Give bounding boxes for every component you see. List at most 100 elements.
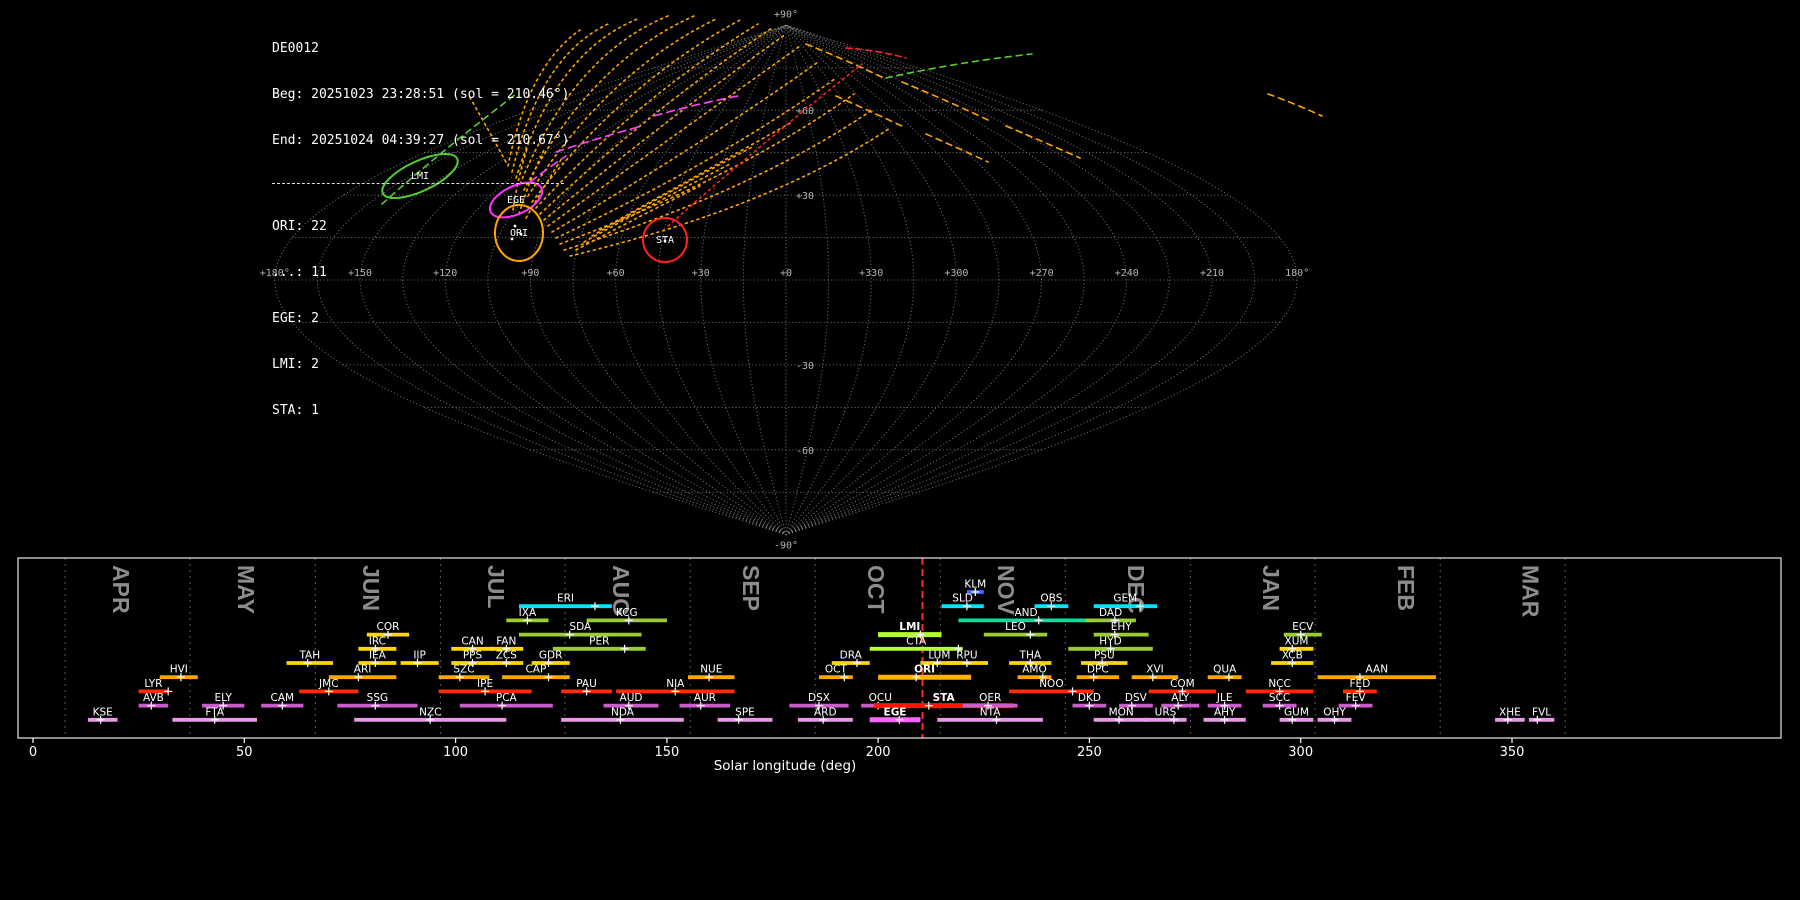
longitude-label: +30 bbox=[692, 268, 710, 279]
shower-label-AUD: AUD bbox=[620, 692, 643, 704]
shower-label-DAD: DAD bbox=[1099, 607, 1122, 619]
shower-label-EGE: EGE bbox=[884, 706, 907, 718]
shower-label-NUE: NUE bbox=[700, 664, 722, 676]
shower-label-QUA: QUA bbox=[1213, 664, 1237, 676]
peak-marker-NOO bbox=[1068, 687, 1077, 696]
month-label-APR: APR bbox=[108, 565, 134, 614]
shower-label-ECV: ECV bbox=[1292, 621, 1314, 633]
latitude-label: -60 bbox=[796, 446, 814, 457]
x-tick-label: 50 bbox=[236, 745, 253, 760]
longitude-label: +300 bbox=[944, 268, 968, 279]
x-tick-label: 200 bbox=[866, 745, 891, 760]
meteor-trail bbox=[583, 163, 731, 243]
peak-marker-LEO bbox=[1026, 630, 1035, 639]
shower-label-SLD: SLD bbox=[952, 593, 973, 605]
meteor-trail bbox=[569, 127, 891, 257]
shower-label-ORI: ORI bbox=[914, 664, 935, 676]
observation-header: DE0012 Beg: 20251023 23:28:51 (sol = 210… bbox=[272, 10, 569, 434]
shower-label-XHE: XHE bbox=[1499, 706, 1521, 718]
shower-label-NDA: NDA bbox=[611, 706, 635, 718]
shower-label-SDA: SDA bbox=[569, 621, 592, 633]
shower-label-MON: MON bbox=[1109, 706, 1134, 718]
shower-label-ALY: ALY bbox=[1171, 692, 1190, 704]
shower-label-FVL: FVL bbox=[1532, 706, 1551, 718]
shower-label-SZC: SZC bbox=[453, 664, 474, 676]
month-label-MAR: MAR bbox=[1518, 565, 1544, 618]
count-ege: EGE: 2 bbox=[272, 311, 319, 327]
shower-label-XVI: XVI bbox=[1146, 664, 1163, 676]
meteor-trail bbox=[555, 77, 837, 239]
separator-line bbox=[272, 182, 564, 184]
x-axis-label: Solar longitude (deg) bbox=[714, 758, 857, 774]
meteor-trail bbox=[563, 109, 873, 251]
latitude-label: -90° bbox=[774, 541, 798, 552]
shower-label-CAP: CAP bbox=[525, 664, 546, 676]
count-sta: STA: 1 bbox=[272, 403, 319, 419]
x-tick-label: 150 bbox=[654, 745, 679, 760]
count-sporadic: ...: 11 bbox=[272, 265, 327, 281]
peak-marker-PER bbox=[620, 644, 629, 653]
latitude-label: +30 bbox=[796, 191, 814, 202]
x-tick-label: 100 bbox=[443, 745, 468, 760]
meteor-trail bbox=[835, 95, 907, 129]
month-label-JUL: JUL bbox=[483, 565, 509, 608]
shower-label-LYR: LYR bbox=[144, 678, 162, 690]
shower-label-DRA: DRA bbox=[840, 650, 863, 662]
shower-label-ARD: ARD bbox=[814, 706, 837, 718]
longitude-label: +240 bbox=[1115, 268, 1139, 279]
latitude-label: +90° bbox=[774, 9, 798, 20]
shower-label-LEO: LEO bbox=[1005, 621, 1026, 633]
shower-label-ARI: ARI bbox=[354, 664, 372, 676]
end-time: End: 20251024 04:39:27 (sol = 210.67°) bbox=[272, 132, 570, 148]
meteor-trail bbox=[653, 95, 739, 117]
sky-map: +180° +150 +120 +90 +60 +30 +0 +330 +300 +270 +240… bbox=[260, 9, 1323, 552]
shower-label-STA: STA bbox=[933, 692, 956, 704]
shower-label-NOO: NOO bbox=[1039, 678, 1063, 690]
shower-label-GDR: GDR bbox=[539, 650, 563, 662]
peak-marker-ERI bbox=[591, 602, 599, 611]
radiant-label-STA: STA bbox=[656, 235, 674, 246]
shower-label-IRC: IRC bbox=[369, 635, 386, 647]
shower-label-TAH: TAH bbox=[298, 650, 320, 662]
longitude-label: +60 bbox=[607, 268, 625, 279]
meteor-trail bbox=[667, 63, 863, 227]
shower-label-ERI: ERI bbox=[557, 593, 574, 605]
meteor-trail bbox=[805, 43, 885, 79]
shower-label-CTA: CTA bbox=[906, 635, 927, 647]
shower-label-AND: AND bbox=[1014, 607, 1037, 619]
meteor-trail bbox=[885, 53, 1033, 79]
month-label-JUN: JUN bbox=[358, 565, 384, 611]
longitude-label: +0 bbox=[780, 268, 792, 279]
month-label-MAY: MAY bbox=[233, 565, 259, 614]
x-tick-label: 250 bbox=[1077, 745, 1102, 760]
meteor-trail bbox=[551, 61, 819, 233]
count-lmi: LMI: 2 bbox=[272, 357, 319, 373]
shower-label-DSV: DSV bbox=[1125, 692, 1148, 704]
latitude-label: -30 bbox=[796, 361, 814, 372]
count-ori: ORI: 22 bbox=[272, 219, 327, 235]
shower-label-AVB: AVB bbox=[143, 692, 164, 704]
meteor-trail bbox=[1005, 125, 1081, 159]
shower-label-KSE: KSE bbox=[93, 706, 113, 718]
begin-time: Beg: 20251023 23:28:51 (sol = 210.46°) bbox=[272, 86, 570, 102]
shower-label-PER: PER bbox=[589, 635, 609, 647]
shower-label-PCA: PCA bbox=[496, 692, 518, 704]
x-tick-label: 0 bbox=[29, 745, 37, 760]
longitude-label: +210 bbox=[1200, 268, 1224, 279]
month-label-OCT: OCT bbox=[863, 565, 889, 614]
longitude-label: 180° bbox=[1285, 268, 1309, 279]
shower-label-EHY: EHY bbox=[1111, 621, 1133, 633]
shower-label-LMI: LMI bbox=[899, 621, 920, 633]
peak-marker-LYR bbox=[164, 687, 173, 696]
meteor-trail bbox=[543, 33, 787, 221]
shower-label-IEA: IEA bbox=[369, 650, 387, 662]
x-tick-label: 300 bbox=[1288, 745, 1313, 760]
latitude-label: +60 bbox=[796, 106, 814, 117]
shower-label-GUM: GUM bbox=[1284, 706, 1309, 718]
shower-label-AAN: AAN bbox=[1366, 664, 1389, 676]
shower-label-AUR: AUR bbox=[694, 692, 716, 704]
shower-label-KCG: KCG bbox=[616, 607, 638, 619]
month-label-SEP: SEP bbox=[738, 565, 764, 611]
meteor-trail bbox=[925, 133, 989, 163]
month-label-FEB: FEB bbox=[1393, 565, 1419, 611]
